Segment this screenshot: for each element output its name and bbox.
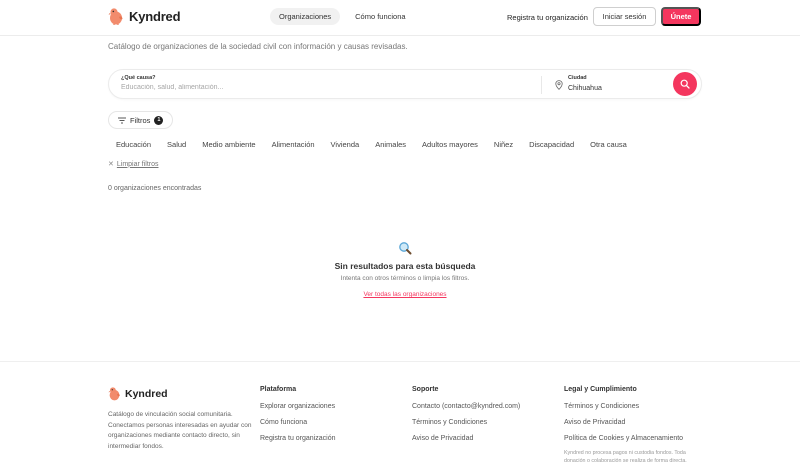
register-organization-link[interactable]: Registra tu organización — [507, 13, 588, 22]
footer-column-soporte: Soporte Contacto (contacto@kyndred.com) … — [412, 386, 520, 451]
footer-link-terminos[interactable]: Términos y Condiciones — [412, 419, 520, 426]
top-header: Kyndred Organizaciones Cómo funciona Reg… — [0, 0, 800, 36]
footer-link-contacto[interactable]: Contacto (contacto@kyndred.com) — [412, 403, 520, 410]
category-chip-discapacidad[interactable]: Discapacidad — [521, 137, 582, 152]
category-chip-ninez[interactable]: Niñez — [486, 137, 521, 152]
clear-filters-link[interactable]: ✕ Limpiar filtros — [108, 160, 159, 169]
nav-organizaciones[interactable]: Organizaciones — [270, 8, 341, 25]
close-icon: ✕ — [108, 161, 114, 168]
view-all-organizations-link[interactable]: Ver todas las organizaciones — [363, 291, 446, 298]
footer-column-legal: Legal y Cumplimiento Términos y Condicio… — [564, 386, 704, 465]
city-selector[interactable]: Chihuahua — [568, 85, 602, 92]
category-chip-animales[interactable]: Animales — [367, 137, 414, 152]
footer-link-terminos-legal[interactable]: Términos y Condiciones — [564, 403, 704, 410]
filter-icon — [118, 117, 126, 123]
search-divider — [541, 76, 542, 94]
magnifier-icon — [399, 242, 412, 255]
footer-column-title: Plataforma — [260, 386, 297, 393]
kyndred-logo-icon — [108, 8, 123, 25]
search-icon — [680, 79, 690, 89]
filters-label: Filtros — [130, 115, 151, 125]
footer-column-title: Legal y Cumplimiento — [564, 386, 637, 393]
footer-brand-logo[interactable]: Kyndred — [108, 386, 168, 401]
brand-name: Kyndred — [129, 8, 181, 24]
category-chip-adultos-mayores[interactable]: Adultos mayores — [414, 137, 486, 152]
category-chip-alimentacion[interactable]: Alimentación — [264, 137, 323, 152]
footer-column-title: Soporte — [412, 386, 439, 393]
login-button[interactable]: Iniciar sesión — [593, 7, 656, 26]
clear-filters-label: Limpiar filtros — [116, 160, 159, 168]
kyndred-logo-icon — [108, 387, 120, 401]
search-button[interactable] — [673, 72, 697, 96]
map-pin-icon — [555, 80, 563, 90]
footer-column-plataforma: Plataforma Explorar organizaciones Cómo … — [260, 386, 336, 451]
city-label: Ciudad — [568, 75, 587, 81]
empty-state-title: Sin resultados para esta búsqueda — [334, 261, 476, 271]
category-chip-salud[interactable]: Salud — [159, 137, 194, 152]
footer-legal-note: Kyndred no procesa pagos ni custodia fon… — [564, 450, 687, 464]
search-bar: ¿Qué causa? Ciudad Chihuahua — [108, 69, 702, 99]
join-button[interactable]: Únete — [661, 7, 701, 26]
footer-link-como-funciona[interactable]: Cómo funciona — [260, 419, 336, 426]
footer-link-cookies[interactable]: Política de Cookies y Almacenamiento — [564, 435, 704, 442]
category-chip-otra-causa[interactable]: Otra causa — [582, 137, 635, 152]
category-chip-vivienda[interactable]: Vivienda — [323, 137, 368, 152]
footer-link-privacidad-legal[interactable]: Aviso de Privacidad — [564, 419, 704, 426]
footer-link-explorar[interactable]: Explorar organizaciones — [260, 403, 336, 410]
site-footer: Kyndred Catálogo de vinculación social c… — [0, 361, 800, 472]
results-count: 0 organizaciones encontradas — [108, 185, 202, 192]
filters-button[interactable]: Filtros 1 — [108, 111, 174, 129]
cause-label: ¿Qué causa? — [121, 75, 156, 81]
empty-state: Sin resultados para esta búsqueda Intent… — [250, 241, 560, 301]
category-chip-educacion[interactable]: Educación — [108, 137, 159, 152]
footer-link-privacidad[interactable]: Aviso de Privacidad — [412, 435, 520, 442]
nav-como-funciona[interactable]: Cómo funciona — [346, 8, 414, 25]
footer-brand-name: Kyndred — [125, 387, 168, 400]
main-nav: Organizaciones Cómo funciona — [270, 8, 415, 25]
category-chips: Educación Salud Medio ambiente Alimentac… — [108, 137, 635, 152]
footer-link-registra[interactable]: Registra tu organización — [260, 435, 336, 442]
brand-logo[interactable]: Kyndred — [108, 7, 181, 25]
filters-count-badge: 1 — [154, 115, 164, 125]
page-subtitle: Catálogo de organizaciones de la socieda… — [108, 42, 408, 51]
empty-state-subtitle: Intenta con otros términos o limpia los … — [340, 275, 470, 282]
category-chip-medio-ambiente[interactable]: Medio ambiente — [194, 137, 263, 152]
footer-description: Catálogo de vinculación social comunitar… — [108, 411, 252, 450]
cause-input[interactable] — [121, 84, 421, 91]
